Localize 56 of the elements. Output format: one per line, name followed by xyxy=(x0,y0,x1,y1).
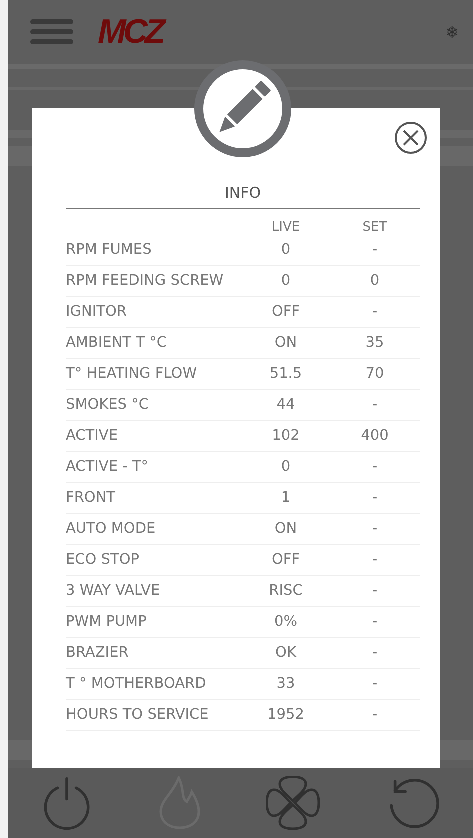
live-value: RISC xyxy=(268,583,304,599)
parameter-label: PWM PUMP xyxy=(66,614,148,630)
set-value: - xyxy=(371,459,379,475)
live-value: 33 xyxy=(276,676,296,692)
parameter-label: AUTO MODE xyxy=(66,521,157,537)
set-value: 70 xyxy=(364,366,386,382)
set-value: - xyxy=(371,552,379,568)
fan-icon[interactable] xyxy=(266,776,320,830)
live-value: OK xyxy=(274,645,298,661)
set-value: - xyxy=(371,707,379,723)
parameter-label: ACTIVE - T° xyxy=(66,459,150,475)
parameter-label: AMBIENT T °C xyxy=(66,335,168,351)
live-value: 0 xyxy=(280,273,292,289)
live-value: 1952 xyxy=(266,707,306,723)
live-value: ON xyxy=(274,335,298,351)
live-value: OFF xyxy=(270,304,302,320)
set-value: - xyxy=(371,242,379,258)
parameter-label: BRAZIER xyxy=(66,645,130,661)
menu-icon[interactable] xyxy=(30,19,74,45)
live-value: ON xyxy=(274,521,298,537)
set-value: 400 xyxy=(360,428,390,444)
live-value: OFF xyxy=(270,552,302,568)
live-value: 51.5 xyxy=(268,366,304,382)
parameter-label: IGNITOR xyxy=(66,304,128,320)
parameter-label: RPM FUMES xyxy=(66,242,153,258)
dialog-title: INFO xyxy=(224,184,262,202)
parameter-label: 3 WAY VALVE xyxy=(66,583,162,599)
set-value: - xyxy=(371,676,379,692)
column-header: LIVE xyxy=(270,220,302,235)
set-value: - xyxy=(371,614,379,630)
close-icon[interactable] xyxy=(394,121,428,155)
parameter-label: T° HEATING FLOW xyxy=(66,366,198,382)
live-value: 0% xyxy=(273,614,298,630)
live-value: 44 xyxy=(276,397,296,413)
parameter-label: RPM FEEDING SCREW xyxy=(66,273,225,289)
parameter-label: ECO STOP xyxy=(66,552,141,568)
set-value: 0 xyxy=(369,273,381,289)
live-value: 102 xyxy=(271,428,301,444)
parameter-label: SMOKES °C xyxy=(66,397,150,413)
set-value: - xyxy=(371,397,379,413)
set-value: - xyxy=(371,521,379,537)
set-value: - xyxy=(371,304,379,320)
live-value: 0 xyxy=(280,242,292,258)
set-value: - xyxy=(371,490,379,506)
column-header: SET xyxy=(362,220,388,235)
brand-logo: MCZ xyxy=(98,12,163,52)
parameter-label: ACTIVE xyxy=(66,428,120,444)
set-value: - xyxy=(371,583,379,599)
set-value: 35 xyxy=(364,335,386,351)
parameter-label: FRONT xyxy=(66,490,117,506)
snowflake-icon[interactable]: ❄ xyxy=(446,22,459,42)
live-value: 1 xyxy=(280,490,292,506)
set-value: - xyxy=(371,645,379,661)
live-value: 0 xyxy=(280,459,292,475)
parameter-label: HOURS TO SERVICE xyxy=(66,707,210,723)
parameter-label: T ° MOTHERBOARD xyxy=(66,676,208,692)
